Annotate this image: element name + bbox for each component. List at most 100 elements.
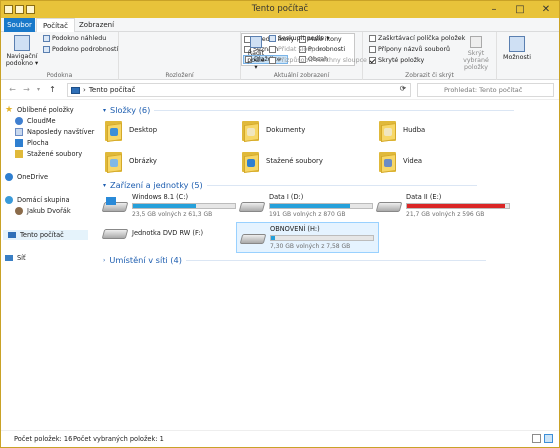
- window-title: Tento počítač: [251, 4, 309, 14]
- preview-pane-button[interactable]: Podokno náhledu: [43, 35, 106, 42]
- section-title: Zařízení a jednotky (5): [110, 180, 203, 190]
- drive-usage-bar: [270, 235, 374, 241]
- sidebar-item-label: OneDrive: [17, 173, 49, 181]
- videos-folder-icon: [377, 149, 397, 174]
- drive-free-space: 191 GB volných z 870 GB: [269, 211, 346, 218]
- sort-by-button[interactable]: Řadit podle ▾: [245, 36, 267, 71]
- sidebar-item-cloudme[interactable]: CloudMe: [15, 116, 56, 126]
- sidebar-item-network[interactable]: Síť: [5, 253, 26, 263]
- file-extensions-label: Přípony názvů souborů: [378, 46, 451, 53]
- cloud-icon: [15, 117, 23, 125]
- section-header-folders[interactable]: ▾ Složky (6): [103, 105, 515, 115]
- sidebar-item-this-pc[interactable]: Tento počítač: [3, 230, 88, 240]
- sidebar-item-label: Jakub Dvořák: [27, 207, 71, 215]
- add-columns-icon: [269, 46, 276, 53]
- removable-drive-icon: [239, 229, 267, 247]
- drive-item[interactable]: Data II (E:) 21,7 GB volných z 596 GB: [375, 193, 510, 218]
- computer-icon: [8, 232, 16, 238]
- current-view-group: Řadit podle ▾ Seskupit podle ▾ Přidat sl…: [241, 32, 367, 80]
- large-icons-view-icon[interactable]: [544, 434, 553, 443]
- folder-item[interactable]: Videa: [377, 149, 422, 174]
- back-button[interactable]: ←: [7, 84, 18, 95]
- file-extensions-toggle[interactable]: Přípony názvů souborů: [369, 46, 450, 53]
- folder-name: Desktop: [129, 126, 158, 134]
- status-bar: Počet položek: 16 Počet vybraných polože…: [1, 430, 559, 447]
- group-by-icon: [269, 35, 276, 42]
- computer-icon: [71, 86, 80, 94]
- chevron-right-icon: ›: [103, 256, 106, 264]
- details-view-icon[interactable]: [532, 434, 541, 443]
- section-header-devices[interactable]: ▾ Zařízení a jednotky (5): [103, 180, 477, 190]
- drive-free-space: 21,7 GB volných z 596 GB: [406, 211, 485, 218]
- tab-view[interactable]: Zobrazení: [73, 18, 120, 32]
- up-button[interactable]: ↑: [47, 84, 58, 95]
- tab-computer[interactable]: Počítač: [36, 18, 75, 33]
- sidebar-item-label: Síť: [17, 254, 26, 262]
- current-view-group-label: Aktuální zobrazení: [273, 72, 330, 79]
- item-checkboxes-label: Zaškrtávací políčka položek: [378, 35, 466, 42]
- navigation-pane-button[interactable]: Navigační podokno ▾: [5, 35, 39, 67]
- drive-usage-fill: [270, 204, 350, 208]
- folder-name: Dokumenty: [266, 126, 306, 134]
- search-input[interactable]: Prohledat: Tento počítač: [417, 83, 554, 97]
- downloads-icon: [15, 150, 23, 158]
- folder-item[interactable]: Dokumenty: [240, 118, 306, 143]
- options-button[interactable]: Možnosti: [501, 36, 533, 61]
- section-header-network[interactable]: › Umístění v síti (4): [103, 255, 486, 265]
- forward-button[interactable]: →: [21, 84, 32, 95]
- hidden-items-toggle[interactable]: Skryté položky: [369, 57, 424, 64]
- hidden-items-label: Skryté položky: [378, 57, 425, 64]
- minimize-button[interactable]: –: [481, 1, 507, 18]
- drive-item[interactable]: Data I (D:) 191 GB volných z 870 GB: [238, 193, 373, 218]
- sidebar-item-user[interactable]: Jakub Dvořák: [15, 206, 71, 216]
- sidebar-item-onedrive[interactable]: OneDrive: [5, 172, 48, 182]
- sidebar-item-favorites[interactable]: ★ Oblíbené položky: [5, 105, 74, 115]
- ribbon-tabs: Soubor Počítač Zobrazení: [1, 18, 559, 33]
- fit-columns-button[interactable]: Přizpůsobit všechny sloupce: [269, 57, 367, 64]
- breadcrumb[interactable]: Tento počítač: [89, 86, 135, 94]
- recent-locations-dropdown[interactable]: ▾: [33, 84, 44, 95]
- panes-group-label: Podokna: [46, 72, 73, 79]
- sidebar-item-homegroup[interactable]: Domácí skupina: [5, 195, 70, 205]
- maximize-button[interactable]: □: [507, 1, 533, 18]
- folder-item[interactable]: Desktop: [103, 118, 158, 143]
- drive-name: Data I (D:): [269, 193, 304, 201]
- recent-places-icon: [15, 128, 23, 136]
- show-hide-group-label: Zobrazit či skrýt: [405, 72, 454, 79]
- sidebar-item-recent[interactable]: Naposledy navštíver: [15, 127, 94, 137]
- close-button[interactable]: ✕: [533, 1, 559, 18]
- group-by-button[interactable]: Seskupit podle ▾: [269, 35, 329, 42]
- explorer-window: Tento počítač – □ ✕ Soubor Počítač Zobra…: [0, 0, 560, 448]
- refresh-button[interactable]: ⟳: [397, 83, 409, 95]
- drive-item-selected[interactable]: OBNOVENÍ (H:) 7,30 GB volných z 7,58 GB: [236, 222, 379, 253]
- options-group: Možnosti: [497, 32, 537, 80]
- add-columns-button[interactable]: Přidat sloupce ▾: [269, 46, 328, 53]
- layout-group-label: Rozložení: [165, 72, 194, 79]
- breadcrumb-separator: ›: [83, 86, 86, 94]
- details-pane-button[interactable]: Podokno podrobností: [43, 46, 118, 53]
- sidebar-item-desktop[interactable]: Plocha: [15, 138, 49, 148]
- drive-item[interactable]: Jednotka DVD RW (F:): [101, 224, 236, 242]
- drive-usage-fill: [133, 204, 197, 208]
- folder-item[interactable]: Hudba: [377, 118, 425, 143]
- tab-file[interactable]: Soubor: [4, 18, 35, 32]
- drive-item[interactable]: Windows 8.1 (C:) 23,5 GB volných z 61,3 …: [101, 193, 236, 218]
- hide-selected-icon: [470, 36, 482, 48]
- address-field[interactable]: › Tento počítač ▾: [67, 83, 411, 97]
- drive-free-space: 7,30 GB volných z 7,58 GB: [270, 243, 351, 250]
- drive-usage-bar: [269, 203, 373, 209]
- drive-name: Data II (E:): [406, 193, 442, 201]
- downloads-folder-icon: [240, 149, 260, 174]
- sidebar-item-downloads[interactable]: Stažené soubory: [15, 149, 82, 159]
- drive-usage-fill: [407, 204, 505, 208]
- group-by-label: Seskupit podle ▾: [278, 35, 330, 42]
- sort-icon: [250, 36, 262, 48]
- folder-name: Obrázky: [129, 157, 157, 165]
- fit-columns-label: Přizpůsobit všechny sloupce: [278, 57, 367, 64]
- drive-name: Windows 8.1 (C:): [132, 193, 189, 201]
- folder-item[interactable]: Obrázky: [103, 149, 157, 174]
- folder-item[interactable]: Stažené soubory: [240, 149, 323, 174]
- item-checkboxes-toggle[interactable]: Zaškrtávací políčka položek: [369, 35, 465, 42]
- sidebar-item-label: Naposledy navštíver: [27, 128, 95, 136]
- hide-selected-button[interactable]: Skrýt vybrané položky: [457, 36, 495, 71]
